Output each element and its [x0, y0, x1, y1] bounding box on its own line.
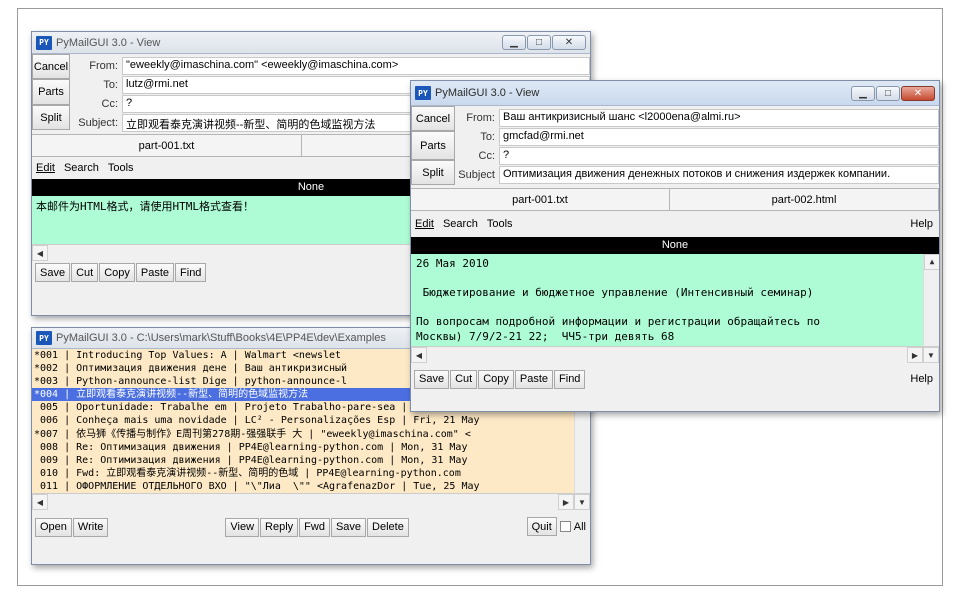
horizontal-scrollbar[interactable]: ◀ ▶ ▼: [411, 346, 939, 363]
copy-button[interactable]: Copy: [99, 263, 135, 282]
menu-tools[interactable]: Tools: [108, 162, 134, 174]
parts-button[interactable]: Parts: [411, 131, 455, 160]
cancel-button[interactable]: Cancel: [32, 54, 70, 79]
view-window-russian: PY PyMailGUI 3.0 - View ▁ □ ✕ Cancel Par…: [410, 80, 940, 412]
list-item[interactable]: 008 | Re: Оптимизация движения | PP4E@le…: [32, 441, 590, 454]
save-button[interactable]: Save: [330, 517, 367, 537]
from-label: From:: [89, 59, 118, 72]
cc-label: Cc:: [101, 97, 119, 110]
cut-button[interactable]: Cut: [450, 369, 478, 389]
subject-label: Subject: [458, 168, 495, 181]
cancel-button[interactable]: Cancel: [411, 106, 455, 131]
copy-button[interactable]: Copy: [478, 369, 514, 389]
help-button[interactable]: Help: [910, 373, 933, 385]
to-field[interactable]: gmcfad@rmi.net: [499, 127, 939, 146]
part-001-button[interactable]: part-001.txt: [411, 189, 670, 210]
scroll-down-icon[interactable]: ▼: [923, 347, 939, 363]
titlebar[interactable]: PY PyMailGUI 3.0 - View ▁ □ ✕: [411, 81, 939, 106]
write-button[interactable]: Write: [72, 517, 109, 537]
body-line: По вопросам подробной информации и регис…: [416, 315, 820, 328]
all-checkbox[interactable]: [559, 521, 571, 532]
window-title: PyMailGUI 3.0 - View: [435, 87, 540, 99]
scroll-left-icon[interactable]: ◀: [32, 494, 48, 510]
paste-button[interactable]: Paste: [135, 263, 175, 282]
menu-tools[interactable]: Tools: [487, 218, 513, 230]
menu-edit[interactable]: Edit: [36, 162, 55, 174]
body-line: [416, 301, 919, 316]
parts-button[interactable]: Parts: [32, 79, 70, 105]
split-button[interactable]: Split: [411, 160, 455, 185]
delete-button[interactable]: Delete: [367, 517, 409, 537]
open-button[interactable]: Open: [35, 517, 72, 537]
menu-edit[interactable]: Edit: [415, 218, 434, 230]
maximize-icon[interactable]: □: [876, 86, 900, 101]
scroll-up-icon[interactable]: ▲: [924, 254, 939, 270]
menu-help[interactable]: Help: [910, 218, 933, 230]
menu-search[interactable]: Search: [64, 162, 99, 174]
pymail-app-icon: PY: [36, 35, 52, 50]
pymail-app-icon: PY: [415, 86, 431, 100]
content-type-bar: None: [411, 237, 939, 254]
save-button[interactable]: Save: [35, 263, 71, 282]
save-button[interactable]: Save: [414, 369, 450, 389]
body-line: [416, 272, 919, 287]
pymail-app-icon: PY: [36, 331, 52, 345]
window-title: PyMailGUI 3.0 - View: [56, 36, 161, 49]
body-line: 26 Мая 2010: [416, 257, 489, 270]
menu-bar: Edit Search Tools Help: [411, 211, 939, 237]
to-label: To:: [103, 78, 118, 91]
find-button[interactable]: Find: [175, 263, 207, 282]
split-button[interactable]: Split: [32, 105, 70, 130]
body-line: Москвы) 7/9/2-21 22; ЧЧ5-три девять 68: [416, 329, 675, 343]
vertical-scrollbar[interactable]: ▲: [923, 254, 939, 346]
message-body[interactable]: 26 Мая 2010 Бюджетирование и бюджетное у…: [411, 254, 939, 346]
horizontal-scrollbar[interactable]: ◀ ▶ ▼: [32, 493, 590, 510]
scroll-down-icon[interactable]: ▼: [574, 494, 590, 510]
from-field[interactable]: "eweekly@imaschina.com" <eweekly@imaschi…: [122, 56, 590, 75]
subject-label: Subject:: [78, 116, 118, 129]
maximize-icon[interactable]: □: [527, 35, 551, 50]
to-label: To:: [480, 130, 495, 143]
cut-button[interactable]: Cut: [71, 263, 99, 282]
minimize-icon[interactable]: ▁: [502, 35, 526, 50]
scroll-left-icon[interactable]: ◀: [32, 245, 48, 261]
all-checkbox-label: All: [573, 520, 586, 533]
list-item[interactable]: 009 | Re: Оптимизация движения | PP4E@le…: [32, 454, 590, 467]
titlebar[interactable]: PY PyMailGUI 3.0 - View ▁ □ ✕: [32, 32, 590, 54]
view-button[interactable]: View: [225, 517, 260, 537]
reply-button[interactable]: Reply: [260, 517, 299, 537]
cc-label: Cc:: [478, 149, 496, 162]
list-item[interactable]: *007 | 依马狮《传播与制作》E周刊第278期-强强联手 大 | "ewee…: [32, 428, 590, 441]
body-line: Бюджетирование и бюджетное управление (И…: [416, 286, 814, 299]
find-button[interactable]: Find: [554, 369, 586, 389]
list-item[interactable]: 011 | ОФОРМЛЕНИЕ ОТДЕЛЬНОГО ВХО | "\"Лиа…: [32, 480, 590, 493]
part-002-button[interactable]: part-002.html: [670, 189, 939, 210]
close-icon[interactable]: ✕: [901, 86, 935, 101]
forward-button[interactable]: Fwd: [299, 517, 330, 537]
quit-button[interactable]: Quit: [526, 517, 557, 536]
subject-field[interactable]: Оптимизация движения денежных потоков и …: [499, 165, 939, 184]
from-label: From:: [466, 111, 495, 124]
part-001-button[interactable]: part-001.txt: [32, 135, 302, 156]
minimize-icon[interactable]: ▁: [851, 86, 875, 101]
window-title: PyMailGUI 3.0 - C:\Users\mark\Stuff\Book…: [56, 332, 386, 344]
list-item[interactable]: 006 | Conheça mais uma novidade | LC² - …: [32, 414, 590, 427]
from-field[interactable]: Ваш антикризисный шанс <l2000ena@almi.ru…: [499, 108, 939, 127]
scroll-right-icon[interactable]: ▶: [907, 347, 923, 363]
menu-search[interactable]: Search: [443, 218, 478, 230]
scroll-left-icon[interactable]: ◀: [411, 347, 427, 363]
close-icon[interactable]: ✕: [552, 35, 586, 50]
paste-button[interactable]: Paste: [514, 369, 554, 389]
cc-field[interactable]: ?: [499, 146, 939, 165]
scroll-right-icon[interactable]: ▶: [558, 494, 574, 510]
list-item[interactable]: 010 | Fwd: 立即观看泰克演讲视频--新型、简明的色域 | PP4E@l…: [32, 467, 590, 480]
